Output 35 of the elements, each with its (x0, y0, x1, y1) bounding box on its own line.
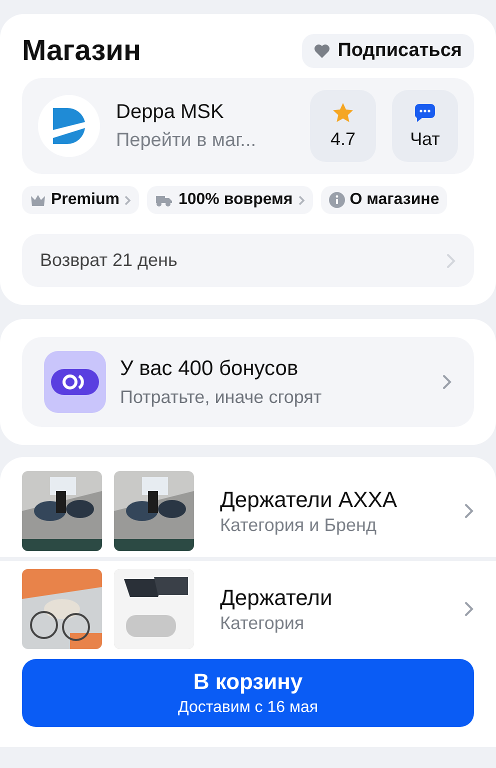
info-chip[interactable]: О магазине (320, 186, 448, 214)
category-row[interactable]: Держатели Категория (0, 557, 496, 655)
chevron-right-icon (446, 252, 456, 268)
add-to-cart-label: В корзину (193, 669, 303, 695)
info-chip[interactable]: 100% вовремя (147, 186, 313, 214)
shop-link[interactable]: Перейти в маг... (116, 130, 294, 152)
bonus-title: У вас 400 бонусов (120, 356, 300, 380)
bonus-icon (44, 351, 106, 413)
chevron-right-icon (464, 601, 474, 617)
info-chip[interactable]: Premium (22, 186, 140, 214)
info-icon (328, 192, 345, 208)
chevron-right-icon (442, 374, 452, 390)
chat-button[interactable]: Чат (392, 90, 458, 162)
page-title: Магазин (22, 34, 141, 68)
seller-name: Deppa MSK (116, 100, 225, 124)
category-row[interactable]: Держатели АХХА Категория и Бренд (22, 465, 474, 557)
crown-icon (30, 194, 46, 206)
category-title: Держатели (220, 584, 334, 610)
add-to-cart-button[interactable]: В корзину Доставим с 16 мая (22, 659, 474, 727)
bonus-card[interactable]: У вас 400 бонусов Потратьте, иначе сгорят (22, 337, 474, 427)
category-type: Категория и Бренд (220, 514, 378, 536)
heart-icon (314, 44, 330, 58)
returns-row[interactable]: Возврат 21 день (22, 234, 474, 287)
delivery-date: Доставим с 16 мая (178, 699, 318, 717)
rating-button[interactable]: 4.7 (310, 90, 376, 162)
returns-label: Возврат 21 день (40, 250, 178, 271)
subscribe-button[interactable]: Подписаться (302, 34, 474, 68)
category-title: Держатели АХХА (220, 486, 398, 512)
chevron-right-icon (464, 503, 474, 519)
chat-bubble-icon (414, 102, 436, 122)
truck-icon (155, 194, 174, 206)
category-type: Категория (220, 612, 306, 634)
bonus-subtitle: Потратьте, иначе сгорят (120, 386, 323, 408)
star-icon (332, 102, 354, 123)
seller-card[interactable]: Deppa MSK Перейти в маг... 4.7 Чат (22, 78, 474, 174)
